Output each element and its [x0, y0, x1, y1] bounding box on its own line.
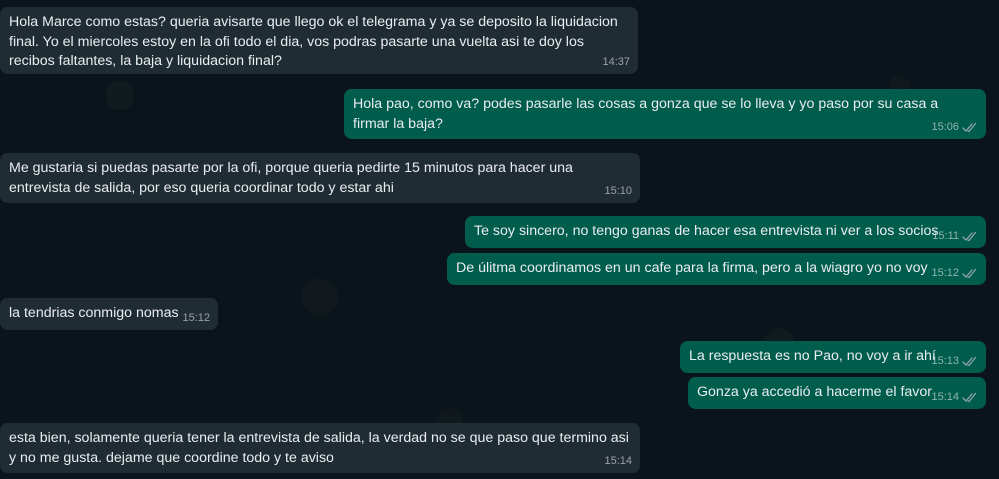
message-time: 15:12: [182, 312, 210, 324]
double-check-icon: [962, 231, 977, 242]
message-text: esta bien, solamente queria tener la ent…: [9, 430, 629, 466]
message-text: Gonza ya accedió a hacerme el favor: [697, 384, 933, 400]
message-time: 15:13: [931, 355, 959, 367]
message-outgoing[interactable]: Hola pao, como va? podes pasarle las cos…: [344, 89, 986, 139]
message-time: 14:37: [602, 56, 630, 68]
message-text: la tendrias conmigo nomas: [9, 305, 179, 321]
chat-panel: Hola Marce como estas? queria avisarte q…: [0, 0, 999, 479]
double-check-icon: [962, 268, 977, 279]
message-time: 15:06: [931, 121, 959, 133]
message-meta: 15:13: [931, 354, 978, 369]
message-incoming[interactable]: Me gustaria si puedas pasarte por la ofi…: [0, 153, 640, 203]
message-outgoing[interactable]: Te soy sincero, no tengo ganas de hacer …: [465, 216, 986, 248]
message-meta: 14:37: [602, 55, 630, 70]
message-time: 15:14: [931, 391, 959, 403]
message-time: 15:14: [604, 455, 632, 467]
message-time: 15:12: [931, 267, 959, 279]
message-outgoing[interactable]: Gonza ya accedió a hacerme el favor 15:1…: [688, 377, 986, 409]
message-incoming[interactable]: esta bien, solamente queria tener la ent…: [0, 423, 640, 473]
message-meta: 15:12: [931, 266, 978, 281]
double-check-icon: [962, 122, 977, 133]
message-text: Te soy sincero, no tengo ganas de hacer …: [474, 223, 939, 239]
message-time: 15:11: [932, 230, 959, 242]
message-text: La respuesta es no Pao, no voy a ir ahí: [689, 348, 936, 364]
message-text: Me gustaria si puedas pasarte por la ofi…: [9, 160, 573, 196]
message-outgoing[interactable]: La respuesta es no Pao, no voy a ir ahí …: [680, 341, 986, 373]
message-meta: 15:14: [931, 390, 978, 405]
message-text: Hola pao, como va? podes pasarle las cos…: [353, 96, 939, 132]
message-meta: 15:06: [931, 120, 978, 135]
message-outgoing[interactable]: De úlitma coordinamos en un cafe para la…: [447, 253, 986, 285]
message-meta: 15:14: [604, 454, 632, 469]
message-text: Hola Marce como estas? queria avisarte q…: [9, 14, 618, 69]
message-meta: 15:10: [604, 184, 632, 199]
message-text: De úlitma coordinamos en un cafe para la…: [456, 260, 928, 276]
message-incoming[interactable]: la tendrias conmigo nomas 15:12: [0, 298, 218, 330]
message-meta: 15:11: [932, 229, 978, 244]
double-check-icon: [962, 392, 977, 403]
message-incoming[interactable]: Hola Marce como estas? queria avisarte q…: [0, 7, 638, 74]
message-time: 15:10: [604, 185, 632, 197]
double-check-icon: [962, 356, 977, 367]
message-meta: 15:12: [182, 311, 210, 326]
